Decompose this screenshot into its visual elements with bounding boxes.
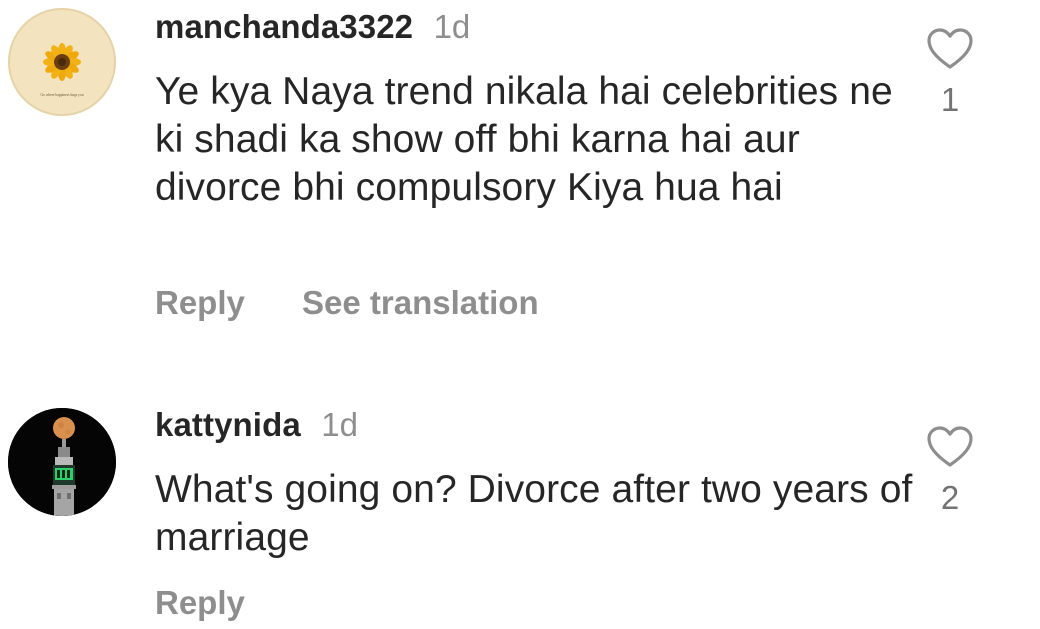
- reply-button[interactable]: Reply: [155, 284, 245, 322]
- timestamp: 1d: [433, 8, 471, 45]
- night-tower-moon-icon: [8, 408, 116, 516]
- avatar[interactable]: Go where happiness hugs you: [8, 8, 116, 116]
- username[interactable]: kattynida: [155, 406, 301, 443]
- comment-item: kattynida 1d What's going on? Divorce af…: [0, 360, 1040, 629]
- sunflower-icon: Go where happiness hugs you: [40, 43, 84, 97]
- heart-outline-icon[interactable]: [926, 425, 974, 469]
- comment-text: Ye kya Naya trend nikala hai celebrities…: [155, 70, 893, 209]
- avatar[interactable]: [8, 408, 116, 516]
- comment-actions: Reply: [155, 584, 245, 622]
- comment-text: What's going on? Divorce after two years…: [155, 468, 913, 559]
- comment-header: kattynida 1d: [155, 406, 358, 444]
- like-area: 1: [922, 27, 978, 119]
- comment-item: Go where happiness hugs you manchanda332…: [0, 0, 1040, 360]
- username[interactable]: manchanda3322: [155, 8, 413, 45]
- heart-outline-icon[interactable]: [926, 27, 974, 71]
- like-area: 2: [922, 425, 978, 517]
- timestamp: 1d: [321, 406, 358, 443]
- avatar-caption: Go where happiness hugs you: [40, 93, 83, 97]
- like-count: 2: [940, 479, 960, 516]
- reply-button[interactable]: Reply: [155, 584, 245, 622]
- comment-actions: Reply See translation: [155, 284, 539, 322]
- comment-header: manchanda3322 1d: [155, 8, 470, 46]
- see-translation-button[interactable]: See translation: [302, 284, 539, 322]
- like-count: 1: [940, 81, 960, 118]
